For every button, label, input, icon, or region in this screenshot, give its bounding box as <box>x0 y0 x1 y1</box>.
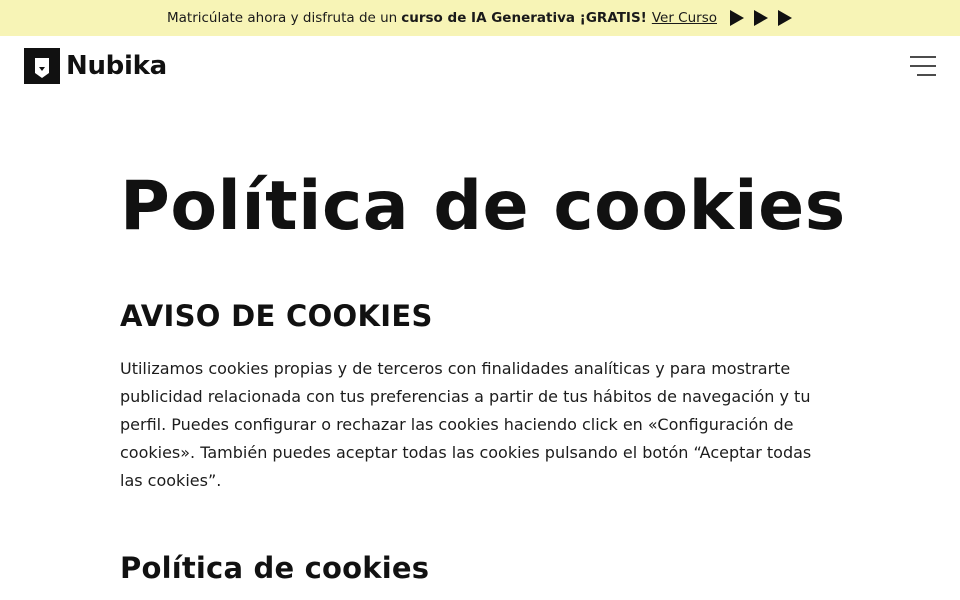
promo-arrows[interactable] <box>729 10 793 26</box>
section-title: AVISO DE COOKIES <box>120 298 433 333</box>
brand-name: Nubika <box>66 51 167 81</box>
page-title: Política de cookies <box>120 167 846 246</box>
site-header: Nubika <box>0 36 960 96</box>
main-content: Política de cookies AVISO DE COOKIES Uti… <box>120 167 846 585</box>
cookie-notice-text: Utilizamos cookies propias y de terceros… <box>120 358 812 490</box>
subsection-title: Política de cookies <box>120 550 430 585</box>
promo-highlight: curso de IA Generativa ¡GRATIS! <box>401 10 647 26</box>
ver-curso-link[interactable]: Ver Curso <box>652 10 717 26</box>
play-icon <box>730 10 744 26</box>
play-icon <box>778 10 792 26</box>
nubika-logo-mark-icon <box>24 48 60 84</box>
hamburger-menu-icon[interactable] <box>910 55 936 77</box>
promo-banner: Matricúlate ahora y disfruta de un curso… <box>0 0 960 36</box>
brand-logo[interactable]: Nubika <box>24 48 167 84</box>
promo-text: Matricúlate ahora y disfruta de un <box>167 10 398 26</box>
play-icon <box>754 10 768 26</box>
